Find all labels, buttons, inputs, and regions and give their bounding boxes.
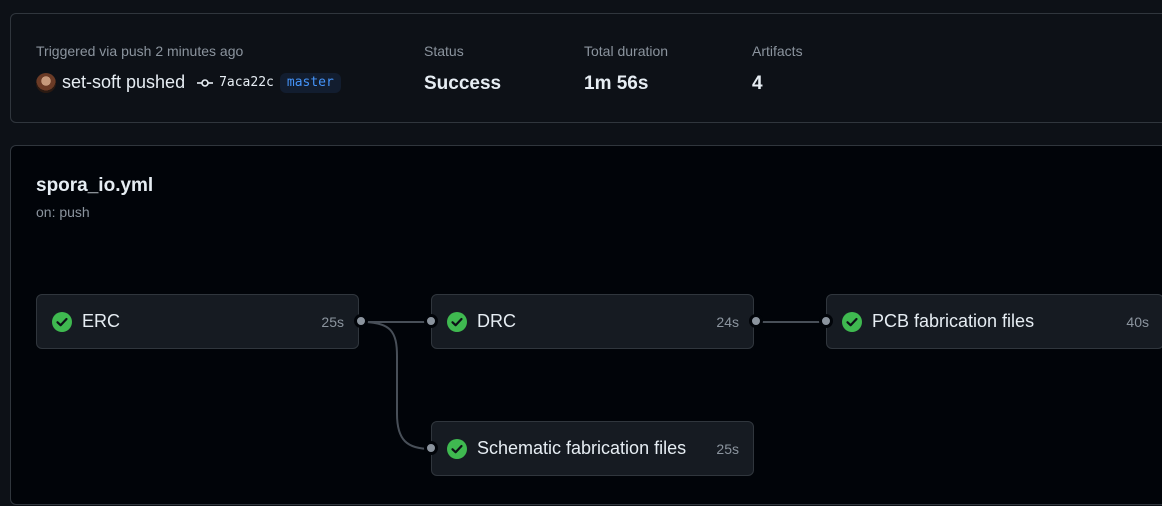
commit-sha-link[interactable]: 7aca22c: [219, 75, 274, 90]
artifacts-label: Artifacts: [752, 43, 803, 59]
check-circle-fill-icon: [52, 311, 72, 332]
schematic-input-port: [424, 441, 438, 455]
check-circle-fill-icon: [447, 311, 467, 332]
workflow-graph-panel: spora_io.yml on: push ERC 25s DRC 24s PC…: [10, 145, 1162, 505]
git-commit-icon: [197, 75, 214, 91]
job-duration: 25s: [321, 313, 344, 330]
trigger-details: set-soft pushed 7aca22c master: [36, 72, 341, 93]
artifacts-count-link[interactable]: 4: [752, 73, 803, 95]
trigger-info: Triggered via push 2 minutes ago: [36, 43, 243, 59]
erc-output-port: [354, 314, 368, 328]
job-duration: 40s: [1126, 313, 1149, 330]
run-summary: Triggered via push 2 minutes ago set-sof…: [10, 13, 1162, 123]
branch-badge[interactable]: master: [279, 72, 341, 93]
avatar[interactable]: [36, 72, 56, 93]
job-erc[interactable]: ERC 25s: [36, 294, 359, 349]
job-duration: 25s: [716, 440, 739, 457]
duration-block: Total duration 1m 56s: [584, 43, 668, 95]
status-label: Status: [424, 43, 464, 59]
status-value: Success: [424, 73, 502, 94]
job-pcb-fabrication-files[interactable]: PCB fabrication files 40s: [826, 294, 1162, 349]
job-name: PCB fabrication files: [872, 311, 1035, 331]
connector-erc-schematic: [361, 321, 432, 450]
job-name: ERC: [82, 311, 121, 331]
drc-input-port: [424, 314, 438, 328]
pcb-input-port: [819, 314, 833, 328]
job-duration: 24s: [716, 313, 739, 330]
drc-output-port: [749, 314, 763, 328]
duration-label: Total duration: [584, 43, 669, 59]
job-name: DRC: [477, 311, 516, 331]
check-circle-fill-icon: [842, 311, 862, 332]
artifacts-block: Artifacts 4: [752, 43, 803, 95]
job-drc[interactable]: DRC 24s: [431, 294, 754, 349]
pusher-link[interactable]: set-soft pushed: [62, 72, 185, 93]
check-circle-fill-icon: [447, 438, 467, 459]
trigger-label: Triggered via push 2 minutes ago: [36, 43, 244, 59]
job-name: Schematic fabrication files: [477, 438, 687, 458]
job-schematic-fabrication-files[interactable]: Schematic fabrication files 25s: [431, 421, 754, 476]
duration-value: 1m 56s: [584, 73, 649, 94]
status-block: Status Success: [424, 43, 501, 95]
